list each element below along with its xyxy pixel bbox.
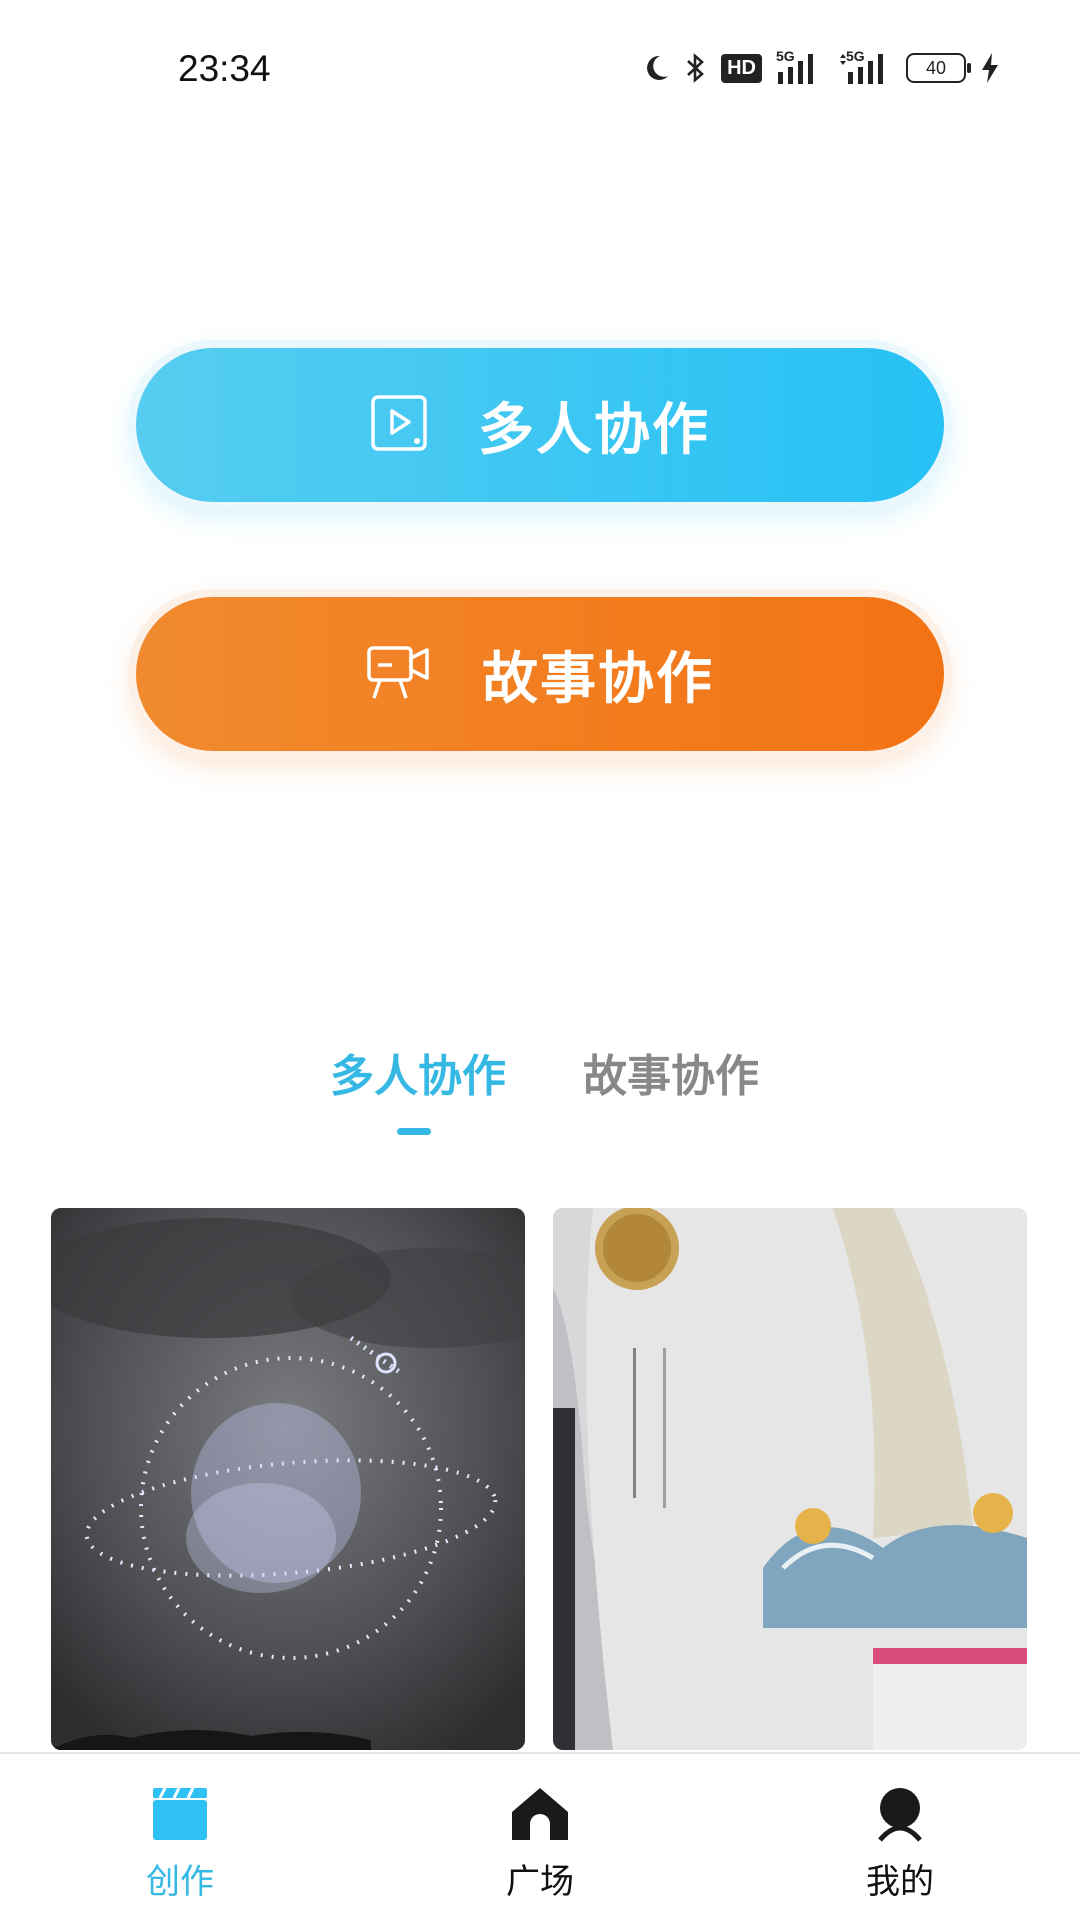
tab-story-collab[interactable]: 故事协作 (583, 1040, 759, 1104)
nav-item-square[interactable]: 广场 (440, 1782, 640, 1903)
play-icon (370, 394, 428, 456)
nav-label-create: 创作 (146, 1862, 214, 1902)
video-camera-icon (366, 643, 432, 705)
seed-package-image (553, 1208, 1027, 1750)
bluetooth-icon (685, 52, 707, 84)
story-collab-label: 故事协作 (482, 646, 714, 712)
nav-label-mine: 我的 (866, 1862, 934, 1902)
status-time: 23:34 (178, 48, 271, 89)
nav-item-create[interactable]: 创作 (80, 1782, 280, 1903)
tab-multi-collab[interactable]: 多人协作 (330, 1040, 506, 1104)
video-card[interactable] (553, 1208, 1027, 1750)
hd-icon: HD (721, 53, 762, 83)
clapperboard-icon (151, 1784, 209, 1846)
multi-collab-button[interactable]: 多人协作 (136, 348, 944, 502)
user-icon (877, 1786, 923, 1846)
signal-icon: 5G (776, 48, 822, 86)
nav-label-square: 广场 (506, 1862, 574, 1902)
status-bar: 23:34 HD 5G 5G 40 (0, 0, 1080, 140)
drone-light-show-image (51, 1208, 525, 1750)
bottom-nav: 创作 广场 我的 (0, 1752, 1080, 1922)
nav-item-mine[interactable]: 我的 (800, 1782, 1000, 1903)
tab-indicator (397, 1128, 431, 1135)
home-icon (510, 1786, 570, 1846)
content-tabs: 多人协作 故事协作 (0, 1040, 1080, 1140)
signal-icon: 5G (836, 48, 892, 86)
multi-collab-label: 多人协作 (478, 397, 710, 463)
charging-icon (980, 52, 1000, 84)
moon-icon (641, 53, 671, 83)
status-icons: HD 5G 5G 40 (641, 46, 1000, 90)
video-card[interactable] (51, 1208, 525, 1750)
battery-icon: 40 (906, 53, 971, 83)
story-collab-button[interactable]: 故事协作 (136, 597, 944, 751)
